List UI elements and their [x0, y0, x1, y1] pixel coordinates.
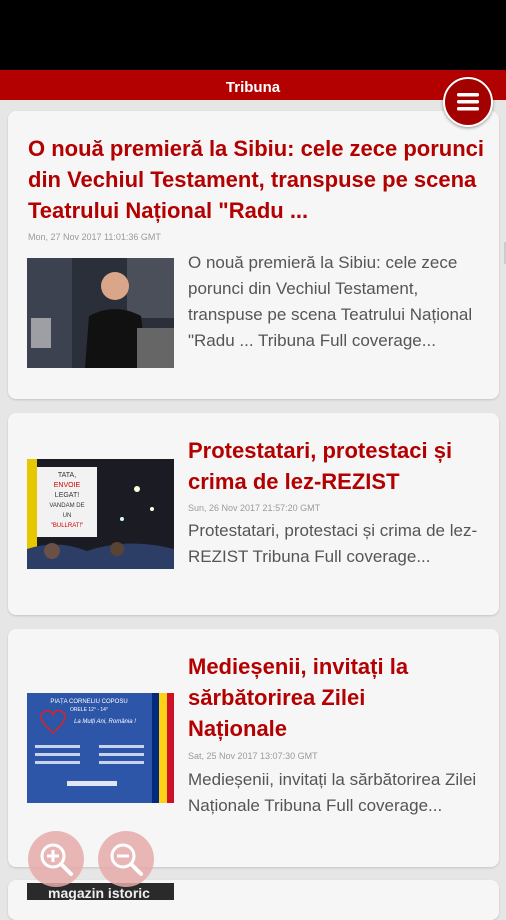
article-title[interactable]: O nouă premieră la Sibiu: cele zece poru…: [28, 133, 488, 226]
app-bar: Tribuna: [0, 70, 506, 100]
article-card[interactable]: Protestatari, protestaci și crima de lez…: [8, 413, 499, 615]
article-date: Mon, 27 Nov 2017 11:01:36 GMT: [28, 232, 161, 242]
menu-icon: [457, 93, 479, 111]
protest-sign-text: TATA,: [58, 472, 76, 479]
article-thumbnail[interactable]: [27, 258, 174, 368]
status-bar: [0, 0, 506, 70]
protest-sign-text: UN: [63, 513, 72, 519]
poster-text: ORELE 12° - 14°: [70, 707, 108, 713]
protest-sign-text: "BULLRAT!": [51, 523, 84, 529]
poster-text: La Mulți Ani, România !: [74, 719, 136, 725]
poster-text: PIAȚA CORNELIU COPOSU: [50, 699, 127, 705]
article-title[interactable]: Protestatari, protestaci și crima de lez…: [188, 435, 488, 497]
article-date: Sat, 25 Nov 2017 13:07:30 GMT: [188, 751, 318, 761]
article-card[interactable]: Medieșenii, invitați la sărbătorirea Zil…: [8, 629, 499, 867]
article-summary: O nouă premieră la Sibiu: cele zece poru…: [188, 253, 473, 350]
protest-sign-text: VANDAM DE: [49, 503, 84, 509]
menu-button[interactable]: [443, 77, 493, 127]
article-date: Sun, 26 Nov 2017 21:57:20 GMT: [188, 503, 321, 513]
article-title[interactable]: Medieșenii, invitați la sărbătorirea Zil…: [188, 651, 418, 744]
zoom-in-button[interactable]: [28, 831, 84, 887]
article-summary: Protestatari, protestaci și crima de lez…: [188, 521, 478, 566]
article-summary: Medieșenii, invitați la sărbătorirea Zil…: [188, 770, 477, 815]
zoom-in-icon: [40, 843, 73, 876]
protest-sign-text: ENVOIE: [54, 482, 81, 489]
app-title: Tribuna: [225, 79, 281, 96]
article-thumbnail[interactable]: TATA, ENVOIE LEGAT! VANDAM DE UN "BULLRA…: [27, 459, 174, 569]
zoom-out-icon: [110, 843, 143, 876]
article-card[interactable]: magazin istoric: [8, 880, 499, 920]
thumbnail-text: magazin istoric: [48, 885, 150, 900]
article-card[interactable]: O nouă premieră la Sibiu: cele zece poru…: [8, 111, 499, 399]
zoom-out-button[interactable]: [98, 831, 154, 887]
protest-sign-text: LEGAT!: [55, 492, 79, 499]
article-thumbnail[interactable]: PIAȚA CORNELIU COPOSU ORELE 12° - 14° La…: [27, 693, 174, 803]
